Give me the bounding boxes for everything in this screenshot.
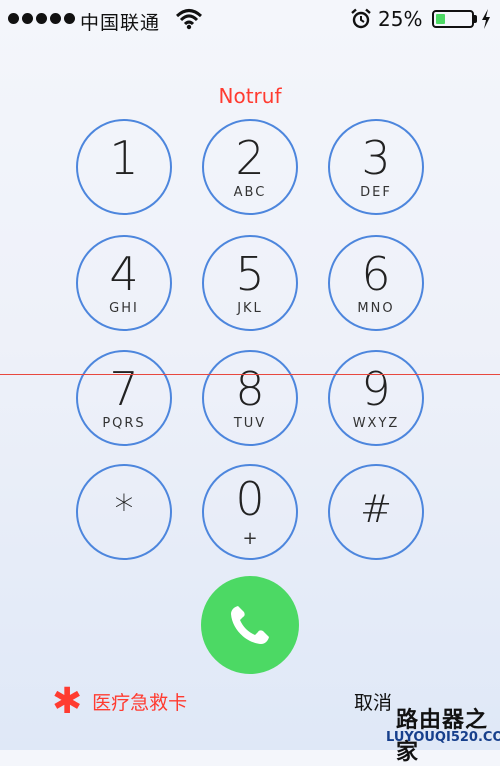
phone-icon [231,606,269,644]
watermark: 路由器之家 LUYOUQI520.COM [372,700,500,765]
key-letters: GHI [109,301,139,316]
key-digit: 9 [361,362,391,416]
key-letters: MNO [357,301,395,316]
red-divider-line [0,374,500,375]
key-8[interactable]: 8 TUV [202,350,298,446]
key-letters: TUV [233,416,267,431]
wifi-icon [175,8,203,35]
key-4[interactable]: 4 GHI [76,235,172,331]
signal-strength-icon [8,13,75,24]
charging-bolt-icon [480,8,492,35]
key-star[interactable]: * [76,464,172,560]
key-digit: 3 [361,131,391,185]
battery-fill [436,14,445,24]
key-7[interactable]: 7 PQRS [76,350,172,446]
battery-percentage: 25% [378,7,423,31]
key-letters: DEF [360,185,392,200]
key-letters: WXYZ [352,416,400,431]
status-bar: 中国联通 25% [0,0,500,40]
medical-id-label: 医疗急救卡 [92,692,188,714]
key-digit: 8 [235,362,265,416]
key-digit: 7 [109,362,139,416]
key-9[interactable]: 9 WXYZ [328,350,424,446]
key-symbol: * [114,487,134,531]
carrier-name: 中国联通 [80,12,161,34]
key-letters: ABC [233,185,267,200]
key-digit: 4 [109,247,139,301]
alarm-clock-icon [350,8,372,35]
key-3[interactable]: 3 DEF [328,119,424,215]
emergency-call-label: Notruf [218,84,282,108]
key-letters: PQRS [102,416,146,431]
key-6[interactable]: 6 MNO [328,235,424,331]
key-digit: 5 [235,247,265,301]
battery-icon [432,10,474,28]
key-1[interactable]: 1 [76,119,172,215]
key-letters: JKL [237,301,263,316]
key-hash[interactable]: # [328,464,424,560]
battery-tip [474,15,477,23]
key-digit: 0 [235,472,265,526]
key-digit: 2 [235,131,265,185]
key-letters: + [242,528,258,549]
call-button[interactable] [201,576,299,674]
key-0[interactable]: 0 + [202,464,298,560]
key-5[interactable]: 5 JKL [202,235,298,331]
medical-id-button[interactable]: ✱ 医疗急救卡 [52,680,188,722]
key-2[interactable]: 2 ABC [202,119,298,215]
watermark-url: LUYOUQI520.COM [386,730,500,745]
key-symbol: # [360,487,392,531]
key-digit: 6 [361,247,391,301]
key-digit: 1 [109,131,139,185]
asterisk-icon: ✱ [52,680,83,722]
